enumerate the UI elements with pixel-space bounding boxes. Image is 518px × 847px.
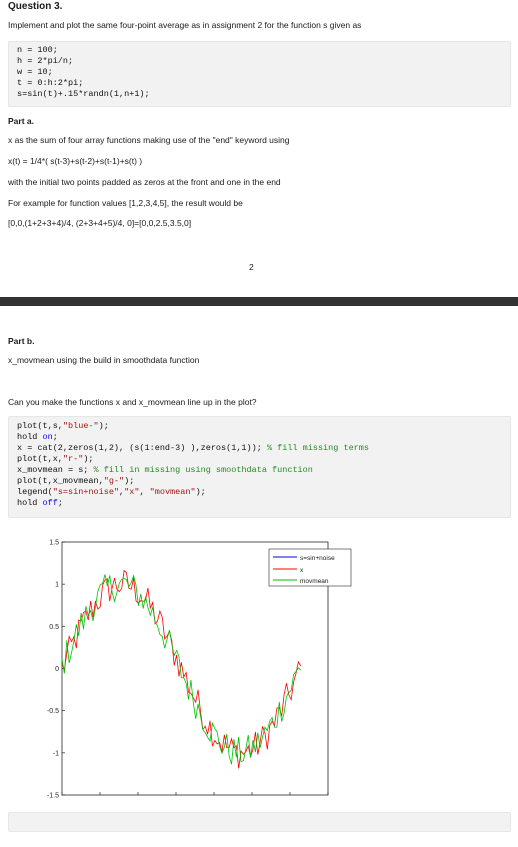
legend-label: movmean (300, 578, 329, 585)
intro-text: Implement and plot the same four-point a… (8, 20, 362, 30)
code-input-box[interactable] (8, 812, 511, 832)
code-block-a: n = 100; h = 2*pi/n; w = 10; t = 0:h:2*p… (8, 41, 511, 107)
y-tick-label: -0.5 (47, 708, 59, 715)
part-a-text: x as the sum of four array functions mak… (8, 135, 290, 145)
part-b-heading: Part b. (8, 336, 35, 346)
part-a-text: For example for function values [1,2,3,4… (8, 198, 243, 208)
legend-label: s=sin+noise (300, 555, 335, 562)
code-line: t = 0:h:2*pi; (17, 78, 84, 88)
part-a-formula: x(t) = 1/4*( s(t-3)+s(t-2)+s(t-1)+s(t) ) (8, 156, 143, 166)
matlab-figure: 1.510.50-0.5-1-1.5 01234567 s=sin+noise … (47, 540, 352, 800)
y-tick-label: 1 (55, 582, 59, 589)
code-line: s=sin(t)+.15*randn(1,n+1); (17, 89, 150, 99)
page-divider (0, 297, 518, 306)
y-tick-label: 0 (55, 666, 59, 673)
code-line: w = 10; (17, 67, 53, 77)
code-line: n = 100; (17, 45, 58, 55)
page-number: 2 (249, 262, 254, 272)
y-tick-label: -1.5 (47, 793, 59, 800)
question-title: Question 3. (8, 1, 63, 12)
y-tick-label: 1.5 (49, 540, 59, 547)
part-a-text: with the initial two points padded as ze… (8, 177, 281, 187)
legend: s=sin+noise x movmean (268, 548, 352, 587)
part-a-heading: Part a. (8, 116, 34, 126)
code-line: h = 2*pi/n; (17, 56, 74, 66)
part-b-question: Can you make the functions x and x_movme… (8, 397, 257, 407)
code-block-b: plot(t,s,"blue-"); hold on; x = cat(2,ze… (8, 416, 511, 518)
y-tick-label: 0.5 (49, 624, 59, 631)
y-tick-label: -1 (53, 750, 59, 757)
part-b-text: x_movmean using the build in smoothdata … (8, 355, 200, 365)
part-a-example: [0,0,(1+2+3+4)/4, (2+3+4+5)/4, 0]=[0,0,2… (8, 218, 192, 228)
